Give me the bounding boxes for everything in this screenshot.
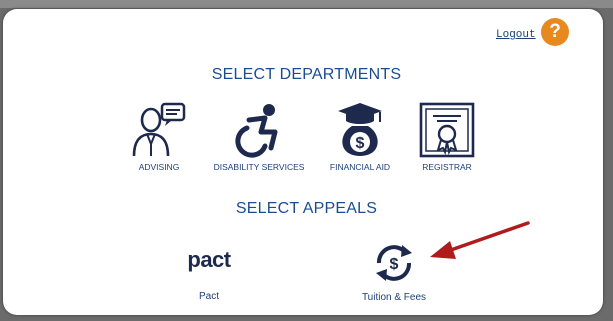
appeal-pact[interactable]: pact Pact: [178, 247, 240, 302]
department-advising[interactable]: ADVISING: [131, 102, 187, 172]
advisor-icon: [132, 102, 186, 157]
appeal-label: Tuition & Fees: [361, 292, 427, 303]
department-disability-services[interactable]: DISABILITY SERVICES: [214, 102, 304, 172]
money-bag-graduation-cap-icon: $: [338, 103, 382, 156]
svg-text:$: $: [356, 135, 365, 152]
appeal-label: Pact: [198, 291, 219, 302]
departments-heading: SELECT DEPARTMENTS: [211, 66, 402, 83]
department-registrar[interactable]: REGISTRAR: [419, 102, 475, 172]
department-label: REGISTRAR: [422, 162, 472, 172]
certificate-icon: [419, 102, 475, 158]
svg-text:$: $: [390, 256, 399, 273]
logout-link[interactable]: Logout: [496, 29, 536, 41]
department-financial-aid[interactable]: $ FINANCIAL AID: [330, 102, 390, 172]
department-label: ADVISING: [138, 162, 180, 172]
wheelchair-icon: [235, 104, 278, 158]
dollar-refresh-icon: $: [376, 245, 412, 281]
pact-logo: pact: [187, 247, 231, 272]
red-arrow-icon: [430, 221, 530, 259]
department-label: FINANCIAL AID: [329, 162, 391, 172]
department-label: DISABILITY SERVICES: [213, 162, 305, 172]
window-top-strip: [0, 0, 613, 8]
help-button[interactable]: ?: [541, 18, 569, 46]
